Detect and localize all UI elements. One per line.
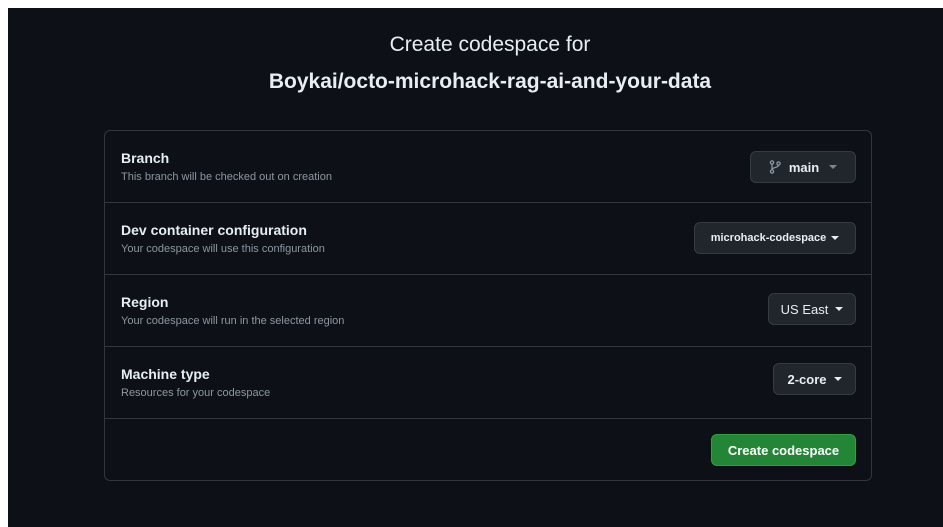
chevron-down-icon — [835, 307, 844, 311]
branch-description: This branch will be checked out on creat… — [121, 171, 332, 183]
page-title: Create codespace for — [389, 33, 591, 56]
region-value: US East — [780, 301, 829, 317]
codespace-options-panel: Branch This branch will be checked out o… — [104, 130, 872, 481]
machine-type-row: Machine type Resources for your codespac… — [105, 347, 871, 419]
chevron-down-icon — [831, 236, 840, 240]
branch-label: Branch — [121, 150, 170, 166]
machine-type-description: Resources for your codespace — [121, 387, 271, 399]
create-codespace-button[interactable]: Create codespace — [711, 434, 856, 466]
region-description: Your codespace will run in the selected … — [121, 315, 345, 327]
chevron-down-icon — [833, 377, 842, 381]
machine-type-value: 2-core — [787, 371, 827, 387]
branch-select-button[interactable]: main — [750, 151, 856, 183]
dev-container-select-button[interactable]: microhack-codespace — [694, 222, 856, 254]
dev-container-value: microhack-codespace — [710, 232, 827, 244]
chevron-down-icon — [829, 165, 838, 169]
machine-type-select-button[interactable]: 2-core — [773, 363, 856, 395]
dev-container-label: Dev container configuration — [121, 222, 307, 238]
repository-name: Boykai/octo-microhack-rag-ai-and-your-da… — [268, 70, 712, 93]
region-select-button[interactable]: US East — [768, 293, 856, 325]
dev-container-description: Your codespace will use this configurati… — [121, 243, 325, 255]
region-label: Region — [121, 294, 169, 310]
git-branch-icon — [769, 160, 781, 174]
branch-value: main — [788, 159, 820, 175]
dev-container-row: Dev container configuration Your codespa… — [105, 203, 871, 275]
branch-row: Branch This branch will be checked out o… — [105, 131, 871, 203]
region-row: Region Your codespace will run in the se… — [105, 275, 871, 347]
machine-type-label: Machine type — [121, 366, 210, 382]
